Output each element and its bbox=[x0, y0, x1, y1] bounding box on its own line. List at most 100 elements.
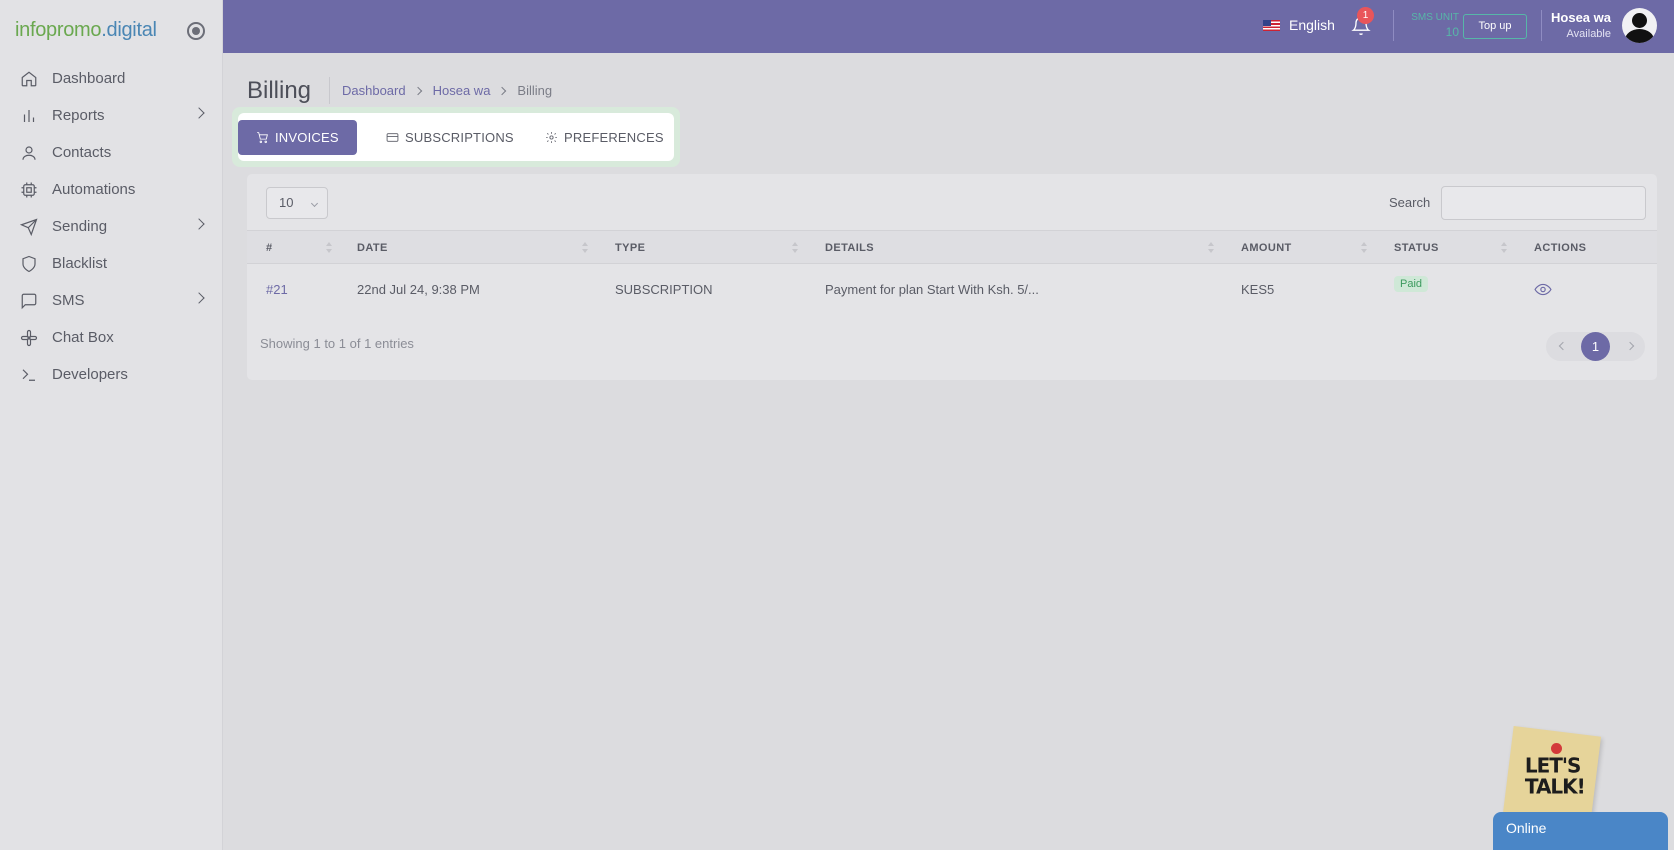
user-icon bbox=[20, 144, 38, 162]
tab-invoices[interactable]: INVOICES bbox=[238, 120, 357, 155]
top-bar: English 1 SMS UNIT 10 Top up Hosea wa Av… bbox=[223, 0, 1674, 53]
tab-label: INVOICES bbox=[275, 130, 339, 145]
user-name: Hosea wa bbox=[1551, 10, 1611, 25]
page-title: Billing bbox=[247, 77, 312, 104]
sort-icon[interactable] bbox=[581, 242, 589, 254]
bar-chart-icon bbox=[20, 107, 38, 125]
sidebar-item-sms[interactable]: SMS bbox=[0, 282, 223, 319]
sidebar-item-chat-box[interactable]: Chat Box bbox=[0, 319, 223, 356]
column-header-actions: ACTIONS bbox=[1534, 242, 1587, 254]
credit-card-icon bbox=[386, 133, 399, 142]
column-header-date[interactable]: DATE bbox=[357, 231, 388, 265]
sidebar-item-label: Dashboard bbox=[52, 70, 126, 87]
user-info[interactable]: Hosea wa Available bbox=[1549, 10, 1611, 42]
terminal-icon bbox=[20, 366, 38, 384]
us-flag-icon bbox=[1263, 19, 1280, 31]
column-header-details[interactable]: DETAILS bbox=[825, 231, 874, 265]
chevron-right-icon bbox=[193, 292, 205, 304]
sidebar-item-sending[interactable]: Sending bbox=[0, 208, 223, 245]
avatar[interactable] bbox=[1622, 8, 1657, 43]
eye-icon[interactable] bbox=[1534, 283, 1552, 296]
sidebar-item-label: Chat Box bbox=[52, 329, 114, 346]
invoices-card: 10 Search # DATE TYPE DETAILS AMOUNT STA… bbox=[247, 174, 1657, 380]
sidebar-item-automations[interactable]: Automations bbox=[0, 171, 223, 208]
column-header-status[interactable]: STATUS bbox=[1394, 231, 1439, 265]
sidebar-item-label: Automations bbox=[52, 181, 136, 198]
top-up-button[interactable]: Top up bbox=[1463, 14, 1527, 39]
tab-label: PREFERENCES bbox=[564, 130, 664, 145]
brand-part-2: .digital bbox=[101, 19, 157, 41]
table-info: Showing 1 to 1 of 1 entries bbox=[260, 336, 414, 351]
sidebar-item-reports[interactable]: Reports bbox=[0, 97, 223, 134]
table-row: #21 22nd Jul 24, 9:38 PM SUBSCRIPTION Pa… bbox=[247, 265, 1657, 314]
slack-icon bbox=[20, 329, 38, 347]
sms-unit-display: SMS UNIT 10 bbox=[1403, 11, 1459, 39]
tabs: INVOICES SUBSCRIPTIONS PREFERENCES bbox=[238, 113, 674, 161]
lets-talk-sticky-note[interactable]: LET'S TALK! bbox=[1502, 725, 1602, 825]
sidebar-item-label: Developers bbox=[52, 366, 128, 383]
pagination-page-current[interactable]: 1 bbox=[1581, 332, 1610, 361]
invoice-details: Payment for plan Start With Ksh. 5/... bbox=[825, 282, 1039, 297]
page-length-select[interactable]: 10 bbox=[266, 187, 328, 219]
pushpin-icon bbox=[1551, 743, 1562, 754]
column-header-amount[interactable]: AMOUNT bbox=[1241, 231, 1292, 265]
invoice-type: SUBSCRIPTION bbox=[615, 282, 713, 297]
tab-subscriptions[interactable]: SUBSCRIPTIONS bbox=[386, 120, 514, 155]
topbar-divider bbox=[1393, 10, 1394, 41]
sidebar-item-label: Contacts bbox=[52, 144, 112, 161]
send-icon bbox=[20, 218, 38, 236]
sidebar-item-blacklist[interactable]: Blacklist bbox=[0, 245, 223, 282]
sidebar-item-dashboard[interactable]: Dashboard bbox=[0, 60, 223, 97]
tab-label: SUBSCRIPTIONS bbox=[405, 130, 514, 145]
sort-icon[interactable] bbox=[325, 242, 333, 254]
column-header-id[interactable]: # bbox=[266, 231, 273, 265]
chevron-right-icon bbox=[193, 218, 205, 230]
sidebar-item-label: Blacklist bbox=[52, 255, 108, 272]
breadcrumb: Dashboard Hosea wa Billing bbox=[342, 83, 552, 98]
sidebar-toggle-icon[interactable] bbox=[187, 22, 205, 40]
message-icon bbox=[20, 292, 38, 310]
pagination-next-icon[interactable] bbox=[1615, 332, 1645, 361]
sort-icon[interactable] bbox=[1500, 242, 1508, 254]
sort-icon[interactable] bbox=[1360, 242, 1368, 254]
tabs-container: INVOICES SUBSCRIPTIONS PREFERENCES bbox=[232, 107, 680, 167]
column-header-type[interactable]: TYPE bbox=[615, 231, 645, 265]
chevron-right-icon bbox=[193, 107, 205, 119]
gear-icon bbox=[546, 132, 557, 143]
breadcrumb-user[interactable]: Hosea wa bbox=[433, 83, 491, 98]
sort-icon[interactable] bbox=[1207, 242, 1215, 254]
search-label: Search bbox=[1389, 195, 1431, 210]
brand-part-1: infopromo bbox=[15, 19, 102, 41]
breadcrumb-divider bbox=[329, 77, 330, 104]
language-selector[interactable]: English bbox=[1263, 17, 1335, 33]
search-input[interactable] bbox=[1441, 186, 1646, 220]
invoice-id-link[interactable]: #21 bbox=[266, 265, 288, 314]
sms-unit-value: 10 bbox=[1445, 25, 1459, 39]
cpu-icon bbox=[20, 181, 38, 199]
lets-talk-line-2: TALK! bbox=[1524, 774, 1585, 799]
topbar-divider bbox=[1541, 10, 1542, 41]
breadcrumb-current: Billing bbox=[517, 83, 553, 98]
pagination: 1 bbox=[1546, 332, 1645, 361]
sidebar-item-developers[interactable]: Developers bbox=[0, 356, 223, 393]
invoice-date: 22nd Jul 24, 9:38 PM bbox=[357, 282, 480, 297]
invoice-amount: KES5 bbox=[1241, 282, 1275, 297]
brand-logo[interactable]: infopromo.digital bbox=[15, 19, 157, 42]
lets-talk-line-1: LET'S bbox=[1524, 753, 1581, 778]
cart-icon bbox=[257, 132, 268, 144]
tab-preferences[interactable]: PREFERENCES bbox=[545, 120, 664, 155]
breadcrumb-dashboard[interactable]: Dashboard bbox=[342, 83, 406, 98]
chat-online-bar[interactable]: Online bbox=[1493, 812, 1668, 850]
language-label: English bbox=[1289, 17, 1335, 33]
shield-icon bbox=[20, 255, 38, 273]
chevron-right-icon bbox=[413, 86, 422, 95]
sort-icon[interactable] bbox=[791, 242, 799, 254]
pagination-prev-icon[interactable] bbox=[1546, 332, 1576, 361]
sidebar-item-label: SMS bbox=[52, 292, 85, 309]
sidebar-item-label: Reports bbox=[52, 107, 105, 124]
chevron-right-icon bbox=[498, 86, 507, 95]
sidebar-nav: Dashboard Reports Contacts Automations S… bbox=[0, 60, 223, 393]
status-badge: Paid bbox=[1394, 276, 1429, 292]
sidebar-item-contacts[interactable]: Contacts bbox=[0, 134, 223, 171]
sidebar: infopromo.digital Dashboard Reports Cont… bbox=[0, 0, 223, 850]
